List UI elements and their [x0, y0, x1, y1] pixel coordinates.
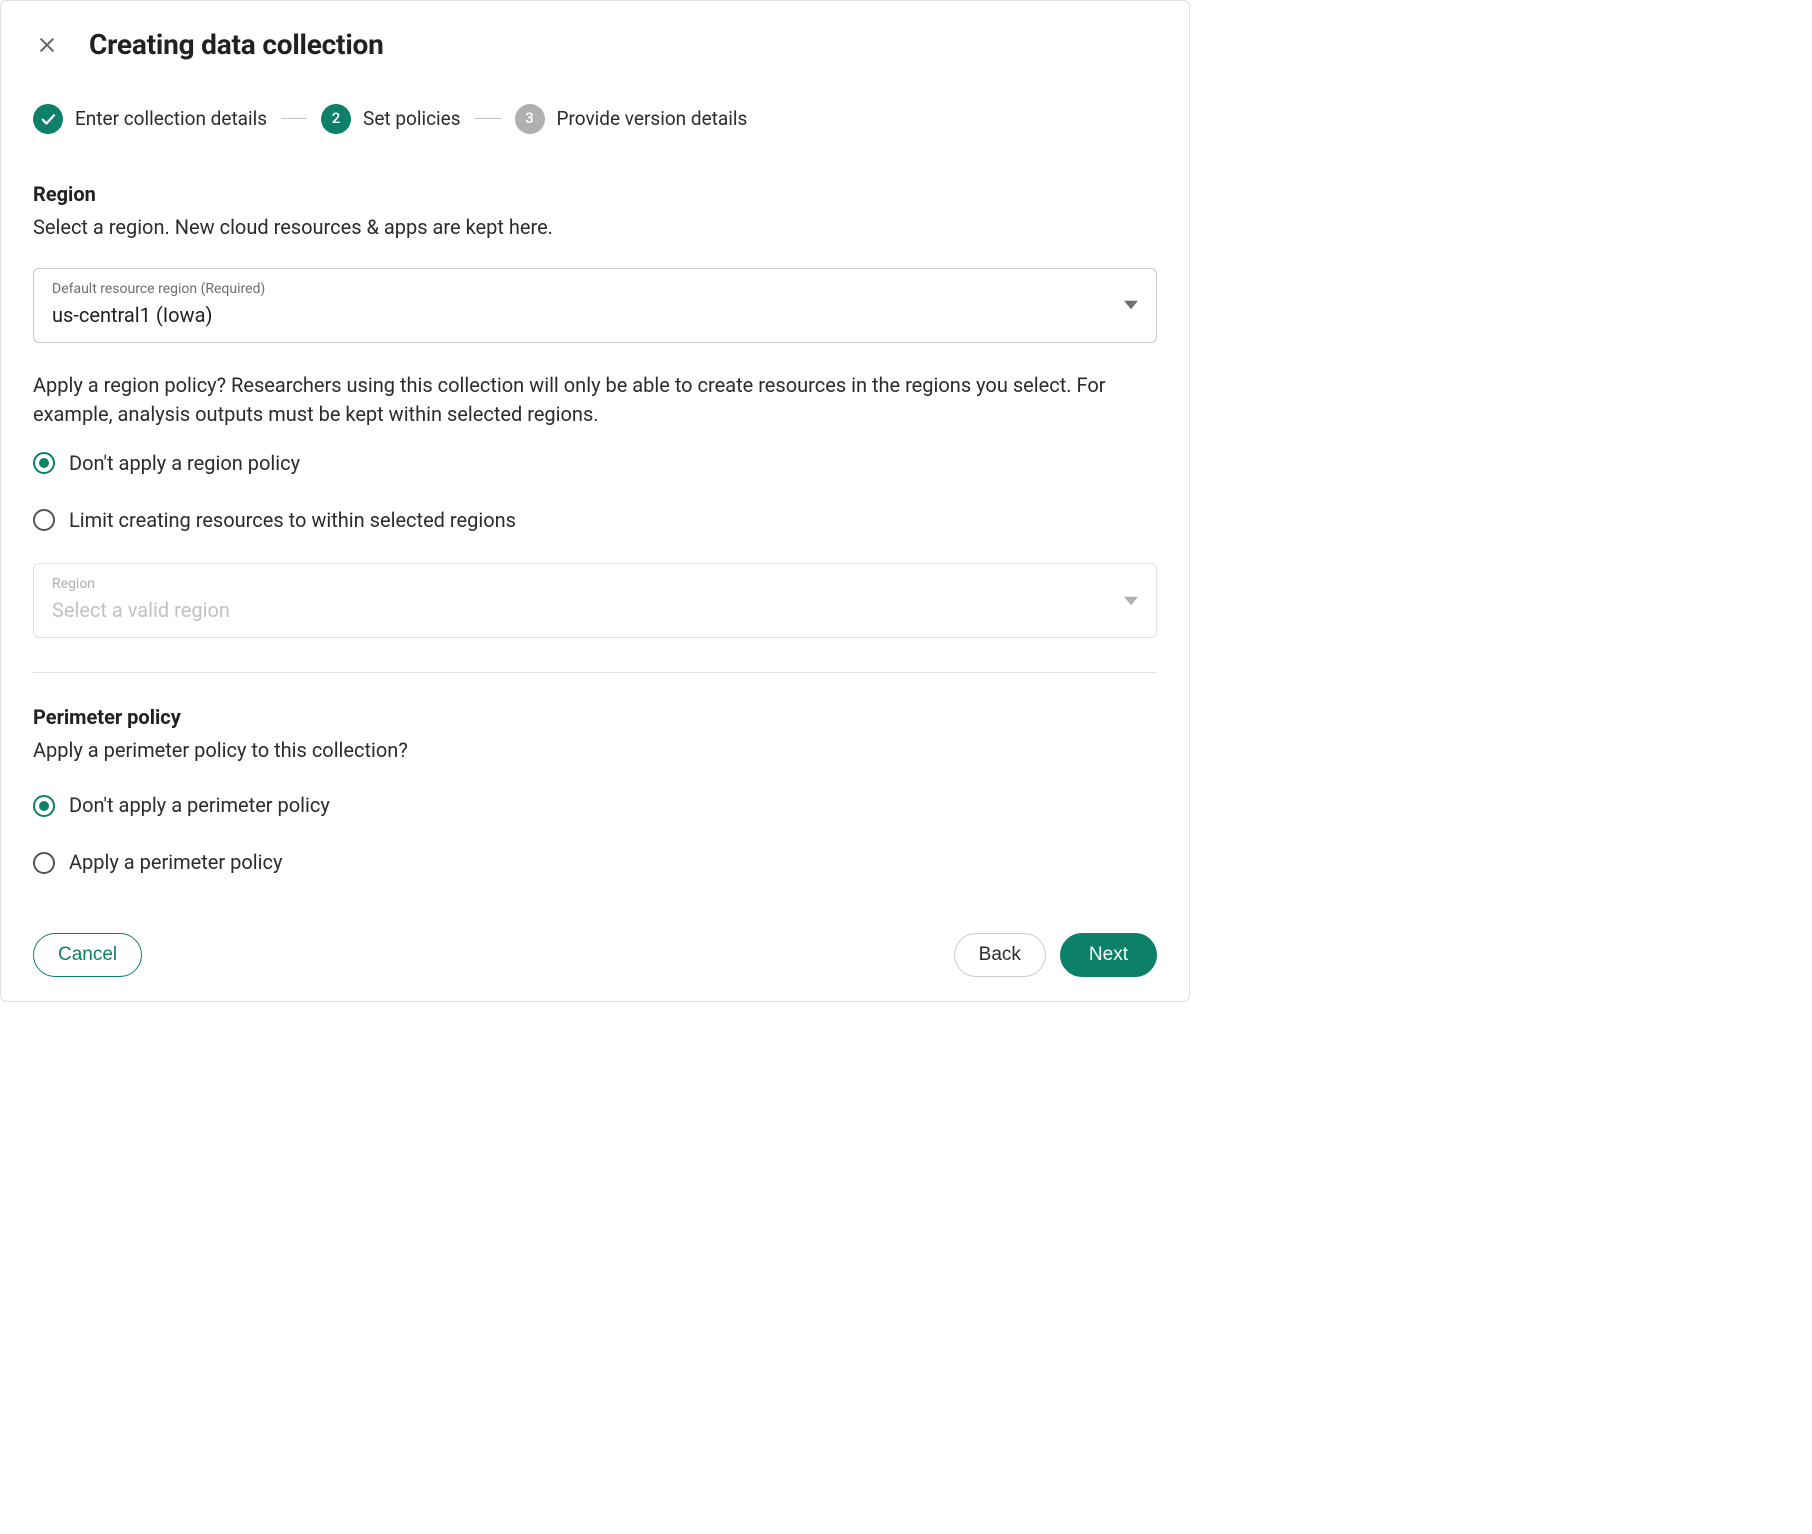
- step-3: 3 Provide version details: [515, 104, 748, 134]
- close-button[interactable]: [33, 31, 61, 59]
- step-circle-done: [33, 104, 63, 134]
- caret-down-icon: [1124, 594, 1138, 608]
- radio-icon: [33, 852, 55, 874]
- radio-perimeter-apply[interactable]: Apply a perimeter policy: [33, 848, 1157, 877]
- radio-label: Apply a perimeter policy: [69, 848, 282, 877]
- dialog-footer: Cancel Back Next: [1, 913, 1189, 1001]
- select-value: us-central1 (Iowa): [52, 301, 1138, 330]
- stepper: Enter collection details 2 Set policies …: [1, 74, 1189, 150]
- radio-label: Don't apply a region policy: [69, 449, 300, 478]
- radio-label: Don't apply a perimeter policy: [69, 791, 330, 820]
- dialog-header: Creating data collection: [1, 1, 1189, 74]
- step-2: 2 Set policies: [321, 104, 460, 134]
- select-float-label: Default resource region (Required): [52, 279, 1138, 299]
- step-connector: [475, 118, 501, 119]
- step-circle-pending: 3: [515, 104, 545, 134]
- step-label: Enter collection details: [75, 105, 267, 133]
- region-section-desc: Select a region. New cloud resources & a…: [33, 213, 1157, 242]
- dialog-title: Creating data collection: [89, 25, 384, 66]
- dialog: Creating data collection Enter collectio…: [0, 0, 1190, 1002]
- section-divider: [33, 672, 1157, 673]
- close-icon: [37, 35, 57, 55]
- radio-label: Limit creating resources to within selec…: [69, 506, 516, 535]
- cancel-button[interactable]: Cancel: [33, 933, 142, 977]
- caret-down-icon: [1124, 298, 1138, 312]
- back-button[interactable]: Back: [954, 933, 1046, 977]
- radio-perimeter-none[interactable]: Don't apply a perimeter policy: [33, 791, 1157, 820]
- radio-region-none[interactable]: Don't apply a region policy: [33, 449, 1157, 478]
- select-placeholder: Select a valid region: [52, 596, 1138, 625]
- radio-icon: [33, 795, 55, 817]
- step-label: Set policies: [363, 105, 460, 133]
- perimeter-section-title: Perimeter policy: [33, 703, 1157, 732]
- step-label: Provide version details: [557, 105, 748, 133]
- radio-icon: [33, 452, 55, 474]
- next-button[interactable]: Next: [1060, 933, 1157, 977]
- limit-region-select: Region Select a valid region: [33, 563, 1157, 638]
- select-float-label: Region: [52, 574, 1138, 594]
- radio-region-limit[interactable]: Limit creating resources to within selec…: [33, 506, 1157, 535]
- step-connector: [281, 118, 307, 119]
- content-scroll[interactable]: Region Select a region. New cloud resour…: [1, 150, 1189, 913]
- radio-icon: [33, 509, 55, 531]
- step-1: Enter collection details: [33, 104, 267, 134]
- perimeter-section-prompt: Apply a perimeter policy to this collect…: [33, 736, 1157, 765]
- step-circle-active: 2: [321, 104, 351, 134]
- region-policy-prompt: Apply a region policy? Researchers using…: [33, 371, 1157, 429]
- default-region-select[interactable]: Default resource region (Required) us-ce…: [33, 268, 1157, 343]
- region-section-title: Region: [33, 180, 1157, 209]
- check-icon: [39, 110, 57, 128]
